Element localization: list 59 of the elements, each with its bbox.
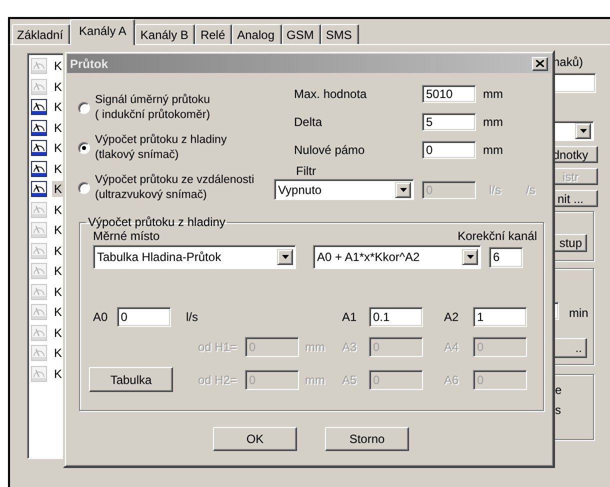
list-item[interactable]: K bbox=[52, 324, 64, 341]
radio-button[interactable] bbox=[78, 102, 90, 114]
input-field[interactable]: 5010 bbox=[422, 85, 476, 103]
field-label: Měrné místo bbox=[93, 229, 160, 243]
list-item[interactable]: K bbox=[52, 99, 64, 116]
input-field[interactable]: 1 bbox=[473, 307, 527, 327]
field-label: A2 bbox=[443, 310, 460, 324]
tab[interactable]: SMS bbox=[320, 24, 359, 44]
tab[interactable]: Kanály B bbox=[135, 24, 196, 44]
input-field[interactable] bbox=[552, 73, 596, 93]
unit-label: l/s bbox=[185, 310, 199, 324]
radio-button[interactable] bbox=[78, 142, 90, 154]
list-item[interactable]: K bbox=[52, 58, 64, 74]
note-text: s bbox=[555, 403, 562, 417]
input-field[interactable]: 0 bbox=[116, 307, 171, 327]
button[interactable]: OK bbox=[213, 427, 297, 451]
list-item[interactable]: K bbox=[52, 284, 64, 300]
list-item[interactable]: K bbox=[52, 366, 64, 382]
list-item[interactable]: K bbox=[52, 120, 64, 136]
list-item[interactable]: K bbox=[52, 345, 64, 362]
field-label: Nulové pámo bbox=[293, 143, 366, 157]
field-label: Max. hodnota bbox=[293, 87, 368, 101]
note-text: e bbox=[555, 383, 563, 397]
list-item[interactable]: K bbox=[52, 140, 64, 156]
list-item[interactable]: K bbox=[52, 304, 64, 320]
unit-label: mm bbox=[482, 115, 504, 129]
list-item[interactable]: K bbox=[52, 242, 64, 259]
tab[interactable]: Kanály A bbox=[70, 19, 136, 45]
input-field[interactable]: 0.1 bbox=[369, 307, 423, 327]
list-item[interactable]: K bbox=[52, 202, 64, 218]
tab[interactable]: GSM bbox=[282, 24, 321, 44]
input-field[interactable]: 0 bbox=[422, 141, 476, 159]
input-field[interactable]: 5 bbox=[422, 113, 476, 131]
field-label: Filtr bbox=[295, 164, 317, 178]
list-item[interactable]: K bbox=[52, 263, 64, 280]
group-title: Výpočet průtoku z hladiny bbox=[87, 215, 226, 229]
tab[interactable]: Analog bbox=[232, 24, 282, 44]
radio-label: Výpočet průtoku ze vzdálenosti (ultrazvukový snímač) bbox=[95, 173, 254, 203]
list-item[interactable]: K bbox=[52, 181, 64, 198]
close-button[interactable] bbox=[532, 56, 548, 70]
field-label: Korekční kanál bbox=[458, 229, 537, 243]
unit-label: mm bbox=[482, 87, 504, 101]
close-icon[interactable] bbox=[536, 60, 544, 67]
list-item[interactable]: K bbox=[52, 160, 64, 177]
radio-button[interactable] bbox=[78, 182, 90, 194]
unit-label: mm bbox=[482, 143, 504, 157]
field-label: A0 bbox=[93, 310, 108, 324]
button[interactable]: Storno bbox=[325, 427, 409, 451]
field-label: A1 bbox=[341, 310, 358, 324]
dialog-title: Průtok bbox=[70, 56, 108, 70]
list-item[interactable]: K bbox=[52, 78, 64, 95]
radio-label: Signál úměrný průtoku ( indukční průtokoměr) bbox=[95, 93, 210, 123]
input-field[interactable]: 6 bbox=[489, 246, 523, 268]
field-label: Delta bbox=[293, 115, 324, 129]
list-item[interactable]: K bbox=[52, 222, 64, 238]
radio-label: Výpočet průtoku z hladiny (tlakový snímač) bbox=[95, 133, 227, 163]
unit-label: min bbox=[568, 306, 588, 320]
tab[interactable]: Relé bbox=[195, 24, 232, 44]
table-button[interactable]: Tabulka bbox=[89, 367, 173, 392]
